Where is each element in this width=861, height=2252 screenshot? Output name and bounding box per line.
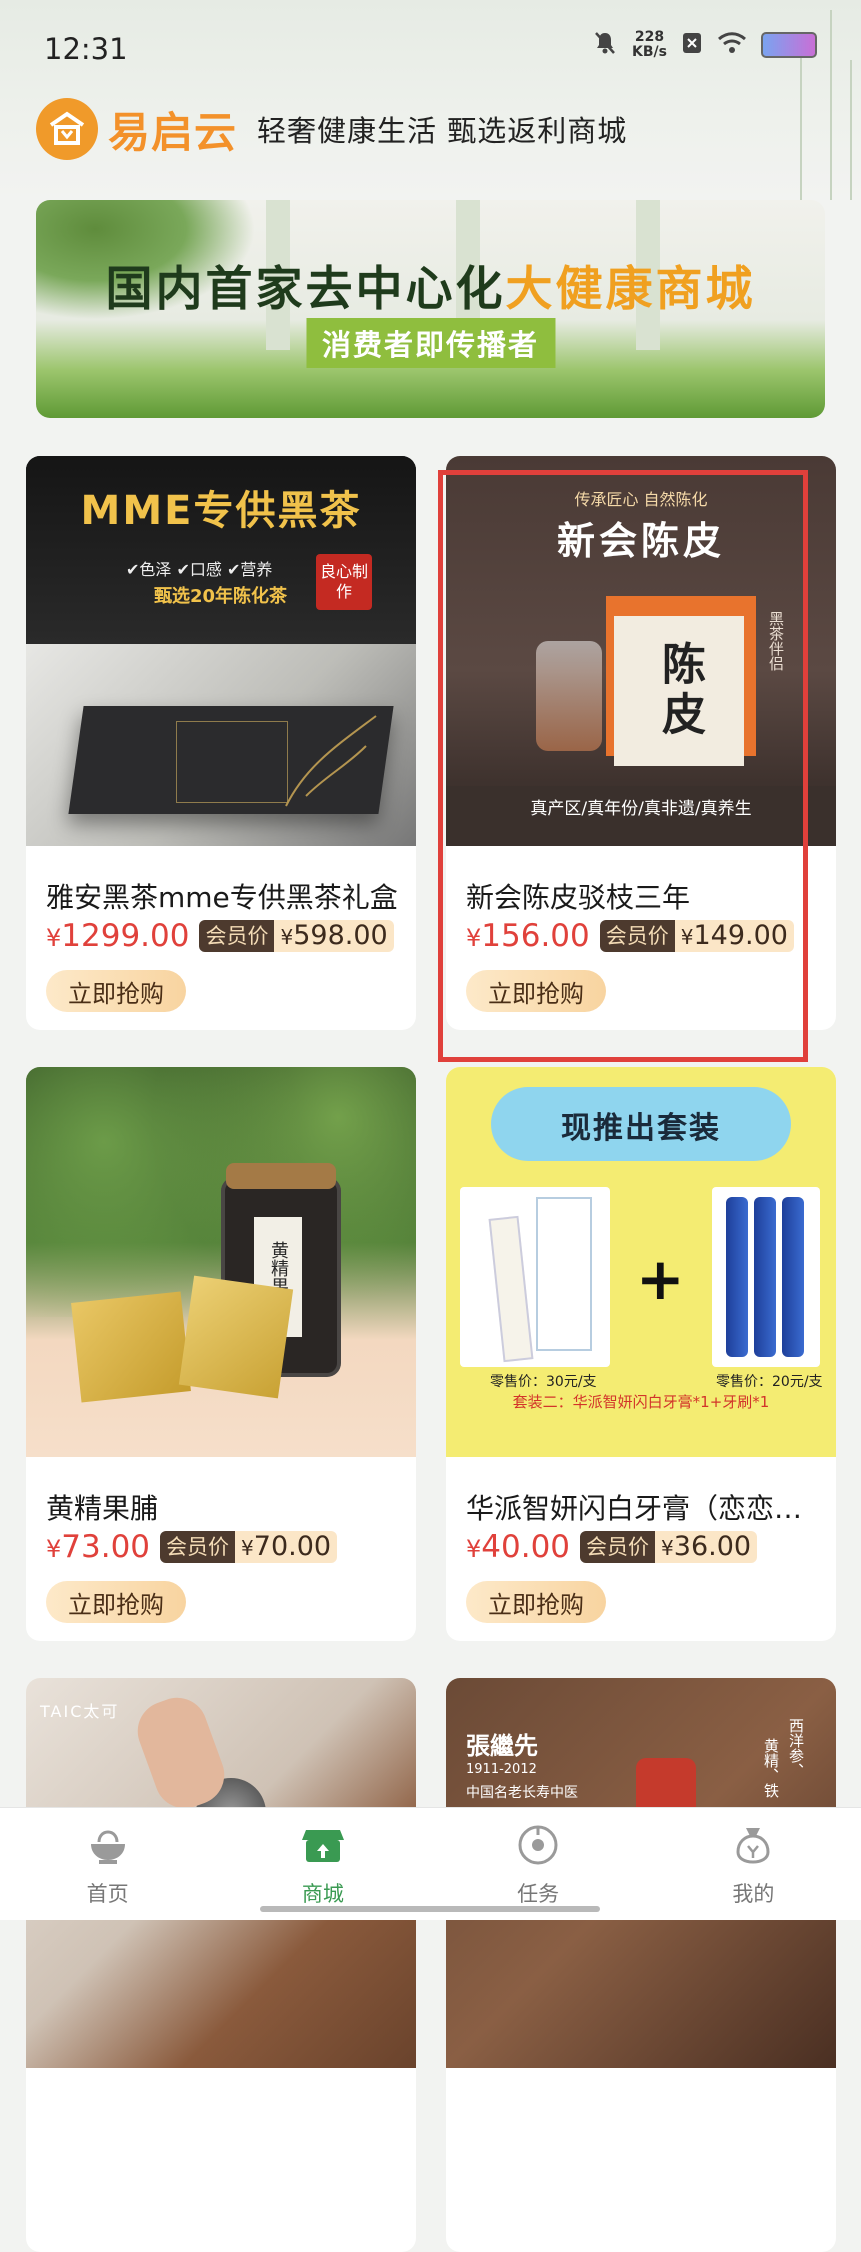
price-row: ¥73.00 会员价 ¥70.00 xyxy=(46,1529,338,1565)
home-indicator[interactable] xyxy=(260,1906,600,1912)
member-price-badge: 会员价 ¥70.00 xyxy=(160,1531,338,1563)
nav-tasks[interactable]: 任务 xyxy=(431,1808,646,1920)
product-card[interactable]: TAIC太可 xyxy=(26,1678,416,2252)
member-price-badge: 会员价 ¥36.00 xyxy=(580,1531,758,1563)
bottom-nav: 首页 商城 任务 我的 xyxy=(0,1807,861,1920)
mute-bell-icon xyxy=(592,30,618,60)
brand-logo-icon xyxy=(36,98,98,160)
banner-title: 国内首家去中心化大健康商城 xyxy=(105,262,756,317)
status-icons: 228 KB/s xyxy=(592,30,817,60)
money-bag-icon xyxy=(730,1822,776,1872)
promo-banner[interactable]: 国内首家去中心化大健康商城 消费者即传播者 xyxy=(36,200,825,418)
store-icon xyxy=(300,1822,346,1872)
product-image[interactable]: MME专供黑茶 ✔色泽 ✔口感 ✔营养 甄选20年陈化茶 良心制作 xyxy=(26,456,416,846)
home-bowl-icon xyxy=(85,1822,131,1872)
wifi-icon xyxy=(717,31,747,59)
price-row: ¥1299.00 会员价 ¥598.00 xyxy=(46,918,394,954)
product-price: ¥73.00 xyxy=(46,1529,151,1565)
net-speed: 228 KB/s xyxy=(632,29,667,60)
nav-mine[interactable]: 我的 xyxy=(646,1808,861,1920)
brand-name: 易启云 xyxy=(108,107,238,157)
product-card[interactable]: 張繼先 1911-2012 中国名老长寿中医 西洋参、 黄精、铁 xyxy=(446,1678,836,2252)
status-time: 12:31 xyxy=(44,32,128,66)
member-price-badge: 会员价 ¥598.00 xyxy=(199,920,394,952)
price-row: ¥40.00 会员价 ¥36.00 xyxy=(466,1529,758,1565)
product-price: ¥40.00 xyxy=(466,1529,571,1565)
banner-subtitle: 消费者即传播者 xyxy=(305,318,556,368)
buy-now-button[interactable]: 立即抢购 xyxy=(46,970,186,1012)
status-bar: 12:31 228 KB/s xyxy=(0,0,861,100)
selection-highlight xyxy=(438,470,808,1062)
product-image[interactable]: 黄精果脯 xyxy=(26,1067,416,1457)
product-card[interactable]: 黄精果脯 黄精果脯 ¥73.00 会员价 ¥70.00 立即抢购 xyxy=(26,1067,416,1641)
sim-off-icon xyxy=(681,31,703,59)
product-price: ¥1299.00 xyxy=(46,918,190,954)
buy-now-button[interactable]: 立即抢购 xyxy=(466,1581,606,1623)
buy-now-button[interactable]: 立即抢购 xyxy=(46,1581,186,1623)
nav-home[interactable]: 首页 xyxy=(0,1808,215,1920)
battery-icon xyxy=(761,32,817,58)
nav-store[interactable]: 商城 xyxy=(215,1808,430,1920)
product-name: 雅安黑茶mme专供黑茶礼盒 xyxy=(46,881,398,914)
brand-header: 易启云 轻奢健康生活 甄选返利商城 xyxy=(36,96,627,162)
product-card[interactable]: 现推出套装 + 零售价：30元/支 零售价：20元/支 套装二：华派智妍闪白牙膏… xyxy=(446,1067,836,1641)
brand-slogan: 轻奢健康生活 甄选返利商城 xyxy=(257,114,628,148)
product-name: 华派智妍闪白牙膏（恋恋… xyxy=(466,1492,803,1525)
product-image[interactable]: 现推出套装 + 零售价：30元/支 零售价：20元/支 套装二：华派智妍闪白牙膏… xyxy=(446,1067,836,1457)
product-name: 黄精果脯 xyxy=(46,1492,159,1525)
product-card[interactable]: MME专供黑茶 ✔色泽 ✔口感 ✔营养 甄选20年陈化茶 良心制作 雅安黑茶mm… xyxy=(26,456,416,1030)
task-coin-icon xyxy=(515,1822,561,1872)
